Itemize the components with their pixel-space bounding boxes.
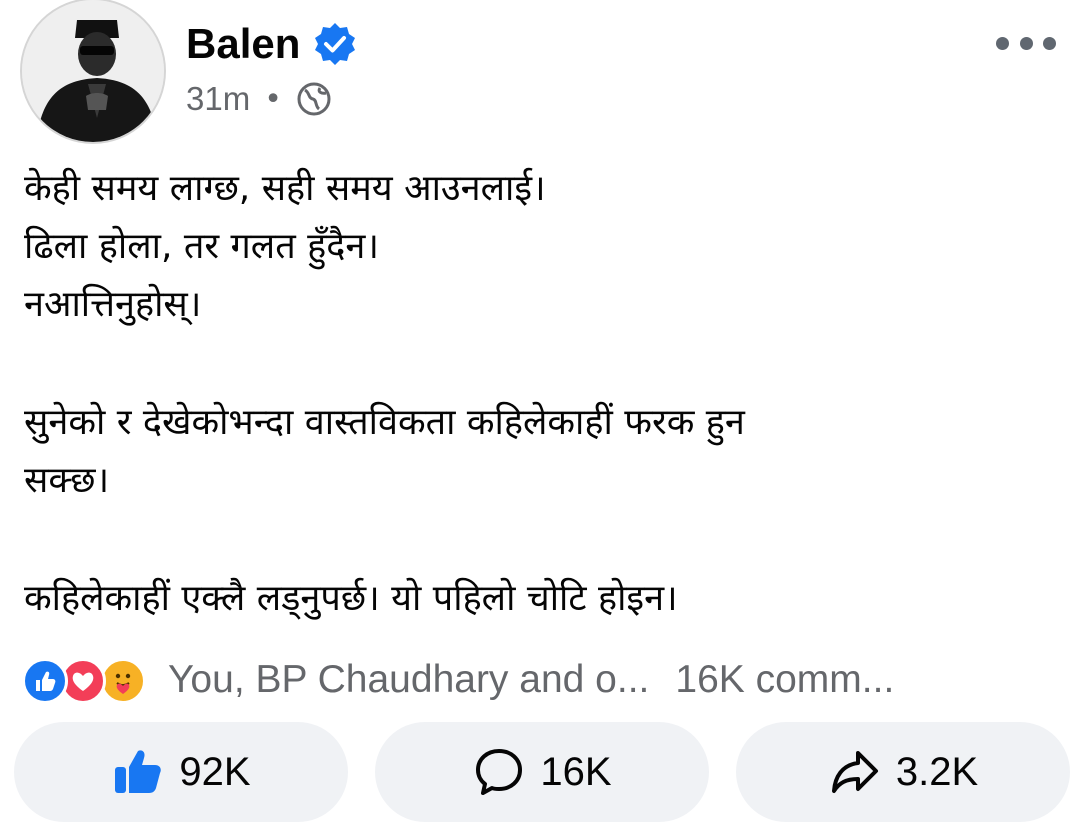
care-reaction-icon [100, 658, 146, 704]
reaction-icons [22, 654, 162, 706]
avatar[interactable] [20, 0, 166, 144]
globe-icon [297, 82, 331, 116]
like-count: 92K [179, 749, 251, 794]
comment-count: 16K [540, 749, 612, 794]
post-line: केही समय लाग्छ, सही समय आउनलाई। [24, 168, 546, 209]
more-dot [1043, 36, 1056, 50]
author-name[interactable]: Balen [186, 20, 300, 68]
meta-separator: • [264, 81, 282, 117]
post-header: Balen 31m • [0, 0, 1080, 150]
share-count: 3.2K [895, 749, 979, 794]
more-options-icon[interactable] [996, 28, 1056, 58]
post-actions: 92K 16K 3.2K [14, 722, 1070, 822]
post-text: केही समय लाग्छ, सही समय आउनलाई। ढिला होल… [24, 160, 1054, 628]
share-icon [831, 751, 878, 793]
verified-badge-icon [315, 23, 356, 65]
share-button[interactable]: 3.2K [736, 722, 1070, 822]
post-line: कहिलेकाहीं एक्लै लड्नुपर्छ। यो पहिलो चोट… [24, 578, 678, 619]
post-line: सुनेको र देखेकोभन्दा वास्तविकता कहिलेकाह… [24, 402, 745, 443]
like-button[interactable]: 92K [14, 722, 348, 822]
comment-icon [476, 749, 523, 795]
like-icon [115, 750, 162, 793]
more-dot [1019, 36, 1033, 50]
author-row: Balen [186, 20, 358, 68]
reactions-summary[interactable]: You, BP Chaudhary and o... 16K comm... [22, 650, 1062, 710]
comments-count-link[interactable]: 16K comm... [675, 658, 894, 702]
post-meta: 31m • [186, 80, 332, 118]
post-line: ढिला होला, तर गलत हुँदैन। [24, 226, 380, 267]
post-line: सक्छ। [24, 460, 110, 501]
reaction-summary-text[interactable]: You, BP Chaudhary and o... [168, 658, 649, 702]
post-line: नआत्तिनुहोस्। [24, 284, 202, 325]
like-reaction-icon [22, 658, 68, 704]
comment-button[interactable]: 16K [375, 722, 709, 822]
post-time[interactable]: 31m [186, 80, 250, 118]
more-dot [996, 36, 1009, 50]
